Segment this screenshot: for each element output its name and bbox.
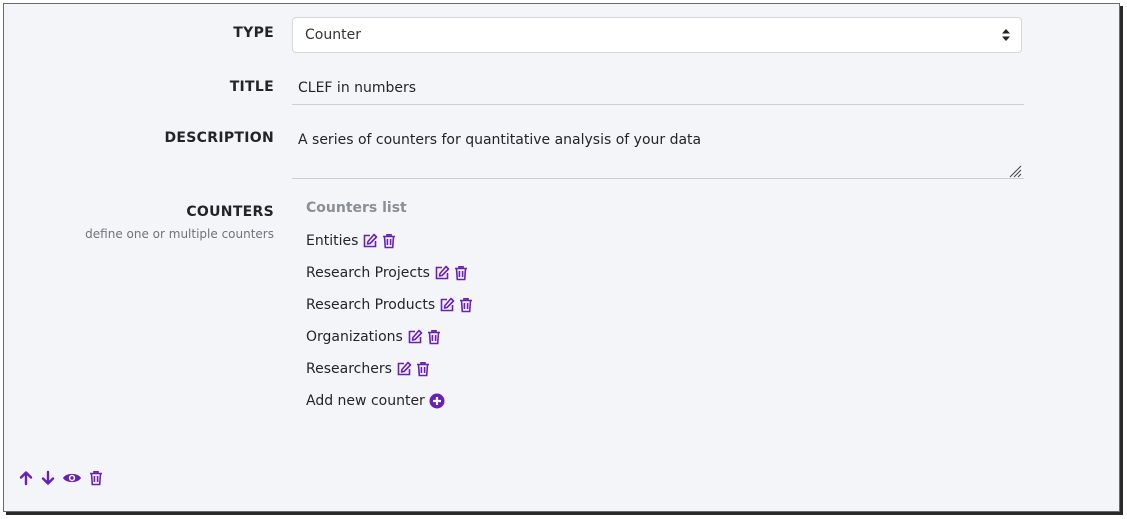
select-caret-icon bbox=[1001, 28, 1011, 42]
counter-item: Research Projects bbox=[306, 263, 469, 283]
trash-icon[interactable] bbox=[426, 329, 442, 345]
trash-icon[interactable] bbox=[381, 233, 397, 249]
title-input[interactable]: CLEF in numbers bbox=[298, 80, 416, 96]
counters-label: COUNTERS bbox=[186, 204, 274, 220]
edit-icon[interactable] bbox=[362, 233, 378, 249]
resize-grip-icon[interactable] bbox=[1008, 163, 1022, 178]
title-label: TITLE bbox=[229, 79, 274, 95]
trash-icon[interactable] bbox=[88, 470, 104, 486]
counters-list-title: Counters list bbox=[306, 200, 407, 216]
trash-icon[interactable] bbox=[458, 297, 474, 313]
counter-item: Researchers bbox=[306, 359, 431, 379]
counter-item: Research Products bbox=[306, 295, 474, 315]
type-select-value: Counter bbox=[305, 27, 361, 43]
eye-icon[interactable] bbox=[62, 470, 82, 486]
plus-circle-icon[interactable] bbox=[429, 393, 445, 409]
add-counter-row[interactable]: Add new counter bbox=[306, 391, 445, 411]
description-textarea[interactable]: A series of counters for quantitative an… bbox=[298, 132, 701, 148]
type-select[interactable]: Counter bbox=[292, 17, 1022, 53]
counter-item: Entities bbox=[306, 231, 397, 251]
arrow-down-icon[interactable] bbox=[40, 470, 56, 486]
add-counter-label[interactable]: Add new counter bbox=[306, 393, 425, 409]
counter-name: Organizations bbox=[306, 329, 403, 345]
counter-name: Research Projects bbox=[306, 265, 430, 281]
type-label: TYPE bbox=[233, 25, 274, 41]
counter-item: Organizations bbox=[306, 327, 442, 347]
edit-icon[interactable] bbox=[439, 297, 455, 313]
description-underline bbox=[292, 178, 1024, 179]
block-editor-panel bbox=[3, 3, 1120, 512]
arrow-up-icon[interactable] bbox=[18, 470, 34, 486]
counter-name: Research Products bbox=[306, 297, 436, 313]
block-toolbar bbox=[18, 470, 110, 486]
edit-icon[interactable] bbox=[407, 329, 423, 345]
edit-icon[interactable] bbox=[434, 265, 450, 281]
trash-icon[interactable] bbox=[415, 361, 431, 377]
title-input-underline bbox=[292, 104, 1024, 105]
counter-name: Entities bbox=[306, 233, 359, 249]
trash-icon[interactable] bbox=[453, 265, 469, 281]
counters-hint: define one or multiple counters bbox=[85, 227, 274, 241]
description-label: DESCRIPTION bbox=[164, 130, 274, 146]
edit-icon[interactable] bbox=[396, 361, 412, 377]
counter-name: Researchers bbox=[306, 361, 392, 377]
